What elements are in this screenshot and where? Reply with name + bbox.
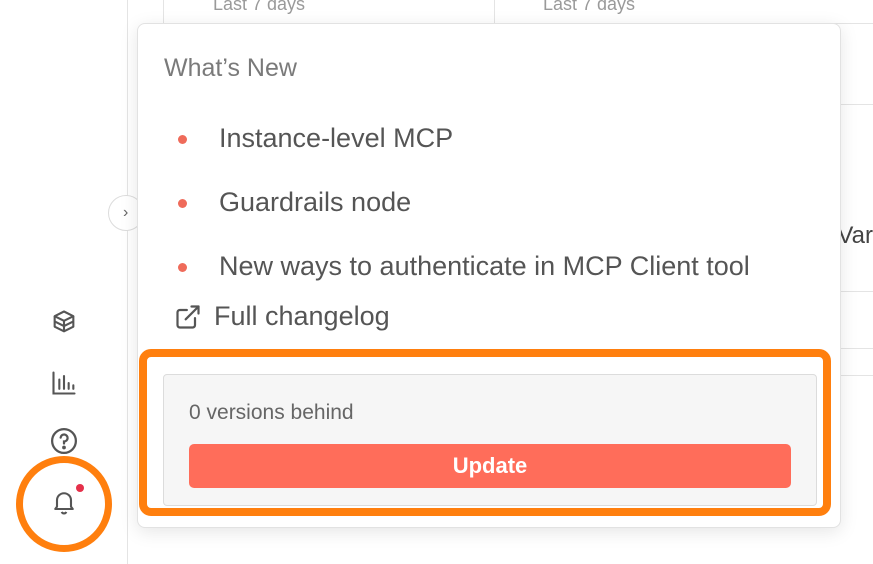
sidebar bbox=[0, 0, 128, 564]
update-panel: 0 versions behind Update bbox=[163, 374, 817, 506]
news-item[interactable]: New ways to authenticate in MCP Client t… bbox=[138, 240, 840, 304]
news-item[interactable]: Guardrails node bbox=[138, 176, 840, 240]
help-circle-icon[interactable] bbox=[48, 425, 80, 457]
full-changelog-link[interactable]: Full changelog bbox=[174, 301, 390, 332]
bullet-icon bbox=[178, 135, 187, 144]
bullet-icon bbox=[178, 263, 187, 272]
background-partial-label: Var bbox=[837, 222, 873, 249]
background-period-label: Last 7 days bbox=[543, 0, 636, 14]
external-link-icon bbox=[176, 304, 200, 329]
background-period-label: Last 7 days bbox=[213, 0, 306, 14]
top-partial-icon bbox=[56, 0, 72, 6]
changelog-label: Full changelog bbox=[214, 301, 390, 331]
whats-new-popover: What’s New Instance-level MCP Guardrails… bbox=[137, 23, 841, 528]
insights-chart-icon[interactable] bbox=[48, 367, 80, 399]
templates-cube-icon[interactable] bbox=[48, 306, 80, 338]
news-item[interactable]: Instance-level MCP bbox=[138, 112, 840, 176]
news-item-label: Guardrails node bbox=[219, 187, 412, 217]
news-item-label: New ways to authenticate in MCP Client t… bbox=[219, 251, 750, 281]
bell-icon[interactable] bbox=[48, 486, 80, 518]
bullet-icon bbox=[178, 199, 187, 208]
notification-dot bbox=[76, 484, 84, 492]
news-item-label: Instance-level MCP bbox=[219, 123, 454, 153]
update-button[interactable]: Update bbox=[189, 444, 791, 488]
news-list: Instance-level MCP Guardrails node New w… bbox=[138, 112, 840, 304]
popover-title: What’s New bbox=[164, 54, 297, 82]
chevron-right-icon: › bbox=[123, 204, 129, 221]
versions-behind-text: 0 versions behind bbox=[189, 401, 354, 424]
background-card-divider bbox=[494, 0, 495, 24]
